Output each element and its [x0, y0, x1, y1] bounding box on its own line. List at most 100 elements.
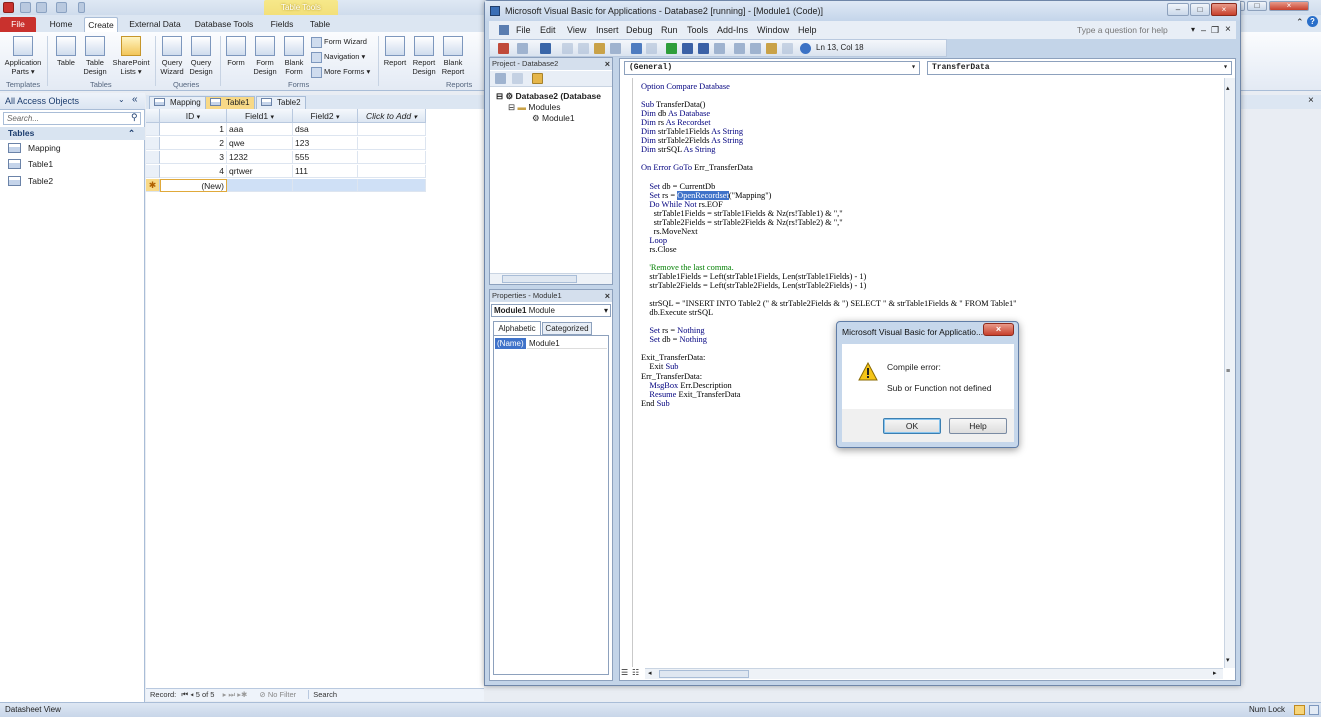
- add-field-dropdown-icon[interactable]: ▾: [413, 114, 417, 121]
- new-row-id-cell[interactable]: (New): [160, 179, 227, 192]
- full-module-view-icon[interactable]: ☷: [632, 668, 639, 677]
- previous-record-icon[interactable]: ◂: [190, 690, 193, 699]
- column-header-field2[interactable]: Field2 ▾: [293, 109, 358, 123]
- help-search-input[interactable]: Type a question for help: [1077, 21, 1197, 39]
- code-line[interactable]: [641, 254, 1208, 263]
- cell-id[interactable]: 4: [160, 165, 227, 178]
- new-row-cell[interactable]: [358, 179, 426, 192]
- table-cell[interactable]: aaa: [227, 123, 293, 136]
- code-line[interactable]: rs.MoveNext: [641, 227, 1208, 236]
- navigation-button[interactable]: Navigation ▾: [311, 50, 365, 63]
- chevron-down-icon[interactable]: ▾: [604, 305, 608, 316]
- code-line[interactable]: rs.Close: [641, 245, 1208, 254]
- dialog-close-button[interactable]: ×: [983, 323, 1014, 336]
- sort-dropdown-icon[interactable]: ▾: [271, 114, 275, 121]
- help-dropdown-icon[interactable]: ▾: [1191, 21, 1195, 39]
- insert-module-icon[interactable]: [517, 43, 528, 54]
- tab-alphabetic[interactable]: Alphabetic: [493, 321, 541, 335]
- filter-status-button[interactable]: No Filter: [268, 690, 296, 699]
- undo-icon[interactable]: [631, 43, 642, 54]
- table-cell[interactable]: [358, 137, 426, 150]
- redo-icon[interactable]: [56, 2, 67, 13]
- table-design-button[interactable]: Table Design: [80, 36, 110, 76]
- save-icon[interactable]: [20, 2, 31, 13]
- procedure-view-icon[interactable]: ☰: [621, 668, 628, 677]
- vba-close-button[interactable]: ×: [1211, 3, 1237, 16]
- new-row-cell[interactable]: [227, 179, 293, 192]
- code-line[interactable]: Loop: [641, 236, 1208, 245]
- view-access-icon[interactable]: [498, 43, 509, 54]
- code-line[interactable]: strTable1Fields = strTable1Fields & Nz(r…: [641, 209, 1208, 218]
- view-object-icon[interactable]: [512, 73, 523, 84]
- form-button[interactable]: Form: [223, 36, 249, 67]
- paste-icon[interactable]: [594, 43, 605, 54]
- code-line[interactable]: Option Compare Database: [641, 82, 1208, 91]
- cell-id[interactable]: 2: [160, 137, 227, 150]
- table-cell[interactable]: dsa: [293, 123, 358, 136]
- menu-window[interactable]: Window: [757, 21, 789, 39]
- doc-tab-table1[interactable]: Table1: [205, 96, 255, 109]
- nav-pane-header[interactable]: All Access Objects ⌄ «: [0, 93, 145, 110]
- first-record-icon[interactable]: ⏮: [181, 690, 188, 699]
- menu-file[interactable]: File: [516, 21, 531, 39]
- nav-group-tables[interactable]: Tables ⌃: [0, 127, 145, 140]
- cut-icon[interactable]: [562, 43, 573, 54]
- access-close-button[interactable]: ×: [1269, 1, 1309, 11]
- code-line[interactable]: strTable2Fields = Left(strTable2Fields, …: [641, 281, 1208, 290]
- tab-external-data[interactable]: External Data: [127, 17, 183, 32]
- new-record-marker[interactable]: ✱: [146, 179, 160, 192]
- table-cell[interactable]: 123: [293, 137, 358, 150]
- report-button[interactable]: Report: [381, 36, 409, 67]
- code-line[interactable]: Dim strTable2Fields As String: [641, 136, 1208, 145]
- code-line[interactable]: strTable1Fields = Left(strTable1Fields, …: [641, 272, 1208, 281]
- tab-database-tools[interactable]: Database Tools: [193, 17, 255, 32]
- project-horizontal-scrollbar[interactable]: [490, 273, 612, 284]
- table-cell[interactable]: qwe: [227, 137, 293, 150]
- application-parts-button[interactable]: Application Parts ▾: [2, 36, 44, 76]
- row-selector[interactable]: [146, 123, 160, 136]
- row-selector[interactable]: [146, 151, 160, 164]
- cell-id[interactable]: 1: [160, 123, 227, 136]
- code-line[interactable]: 'Remove the last comma.: [641, 263, 1208, 272]
- copy-icon[interactable]: [578, 43, 589, 54]
- toolbox-icon[interactable]: [782, 43, 793, 54]
- procedure-combo[interactable]: TransferData: [927, 61, 1232, 75]
- form-design-button[interactable]: Form Design: [250, 36, 280, 76]
- code-line[interactable]: [641, 91, 1208, 100]
- shutter-bar-close-icon[interactable]: «: [132, 94, 138, 105]
- view-code-icon[interactable]: [495, 73, 506, 84]
- code-line[interactable]: strSQL = "INSERT INTO Table2 (" & strTab…: [641, 299, 1208, 308]
- code-window-icon[interactable]: [499, 25, 509, 35]
- code-vertical-scrollbar[interactable]: ▴ ≡ ▾: [1224, 78, 1235, 668]
- code-line[interactable]: Dim strTable1Fields As String: [641, 127, 1208, 136]
- doc-tab-mapping[interactable]: Mapping: [149, 96, 206, 109]
- code-line[interactable]: Do While Not rs.EOF: [641, 200, 1208, 209]
- sharepoint-lists-button[interactable]: SharePoint Lists ▾: [110, 36, 152, 76]
- tab-home[interactable]: Home: [46, 17, 76, 32]
- code-line[interactable]: [641, 154, 1208, 163]
- save-icon[interactable]: [540, 43, 551, 54]
- scroll-thumb[interactable]: [659, 670, 749, 678]
- code-restore-icon[interactable]: ❐: [1211, 21, 1219, 39]
- code-horizontal-scrollbar[interactable]: ◂ ▸: [645, 668, 1223, 679]
- run-icon[interactable]: [666, 43, 677, 54]
- nav-item-table2[interactable]: Table2: [8, 174, 53, 188]
- menu-add-ins[interactable]: Add-Ins: [717, 21, 748, 39]
- column-header-field1[interactable]: Field1 ▾: [227, 109, 293, 123]
- menu-help[interactable]: Help: [798, 21, 817, 39]
- form-wizard-button[interactable]: Form Wizard: [311, 35, 367, 48]
- record-search-input[interactable]: Search: [308, 690, 338, 699]
- object-browser-icon[interactable]: [766, 43, 777, 54]
- code-line[interactable]: strTable2Fields = strTable2Fields & Nz(r…: [641, 218, 1208, 227]
- code-minimize-icon[interactable]: –: [1201, 21, 1206, 39]
- table-cell[interactable]: 1232: [227, 151, 293, 164]
- redo-icon[interactable]: [646, 43, 657, 54]
- sort-dropdown-icon[interactable]: ▾: [336, 114, 340, 121]
- design-mode-icon[interactable]: [714, 43, 725, 54]
- column-header-id[interactable]: ID ▾: [160, 109, 227, 123]
- more-forms-button[interactable]: More Forms ▾: [311, 65, 370, 78]
- code-line[interactable]: db.Execute strSQL: [641, 308, 1208, 317]
- code-line[interactable]: Dim rs As Recordset: [641, 118, 1208, 127]
- close-icon[interactable]: ×: [605, 290, 610, 302]
- menu-run[interactable]: Run: [661, 21, 678, 39]
